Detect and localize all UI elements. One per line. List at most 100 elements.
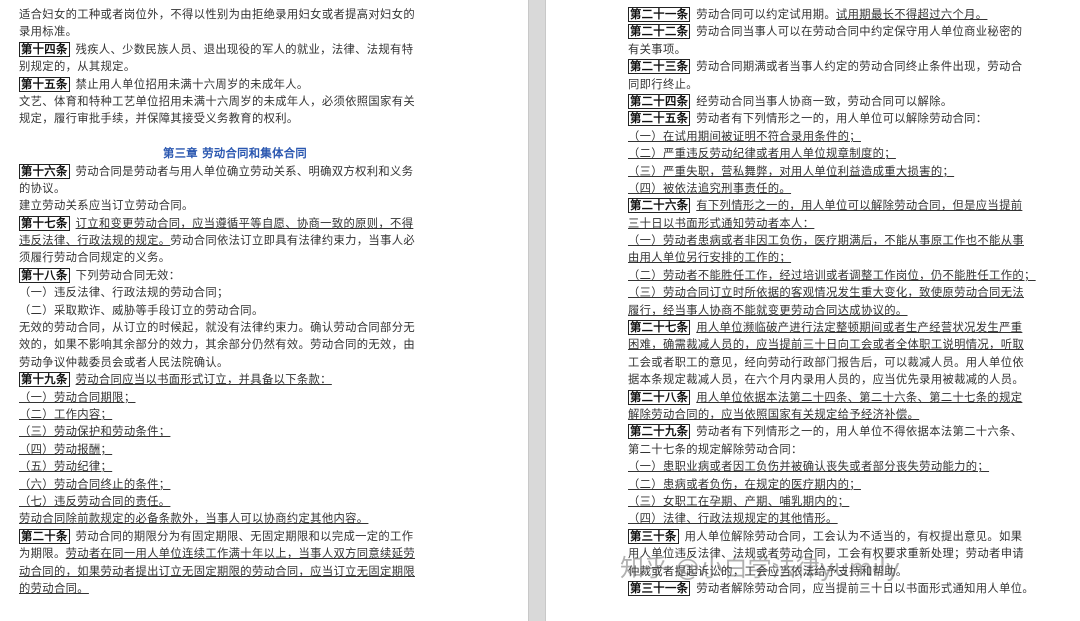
- line-text: 劳动合同可以约定试用期。: [696, 8, 837, 21]
- line-text: （三）女职工在孕期、产期、哺乳期内的；: [628, 494, 850, 508]
- text-line: 文艺、体育和特种工艺单位招用未满十六周岁的未成年人，必须依照国家有关: [19, 93, 451, 110]
- line-text: （三）劳动合同订立时所依据的客观情况发生重大变化，致使原劳动合同无法: [628, 286, 1024, 300]
- line-text: （二）工作内容；: [19, 407, 113, 421]
- line-text: 为期限。: [19, 547, 66, 561]
- article-number: 第二十条: [19, 528, 70, 544]
- text-line: 违反法律、行政法规的规定。劳动合同依法订立即具有法律约束力，当事人必: [19, 232, 451, 249]
- line-text: 劳动合同应当以书面形式订立，并具备以下条款：: [75, 373, 332, 387]
- text-line: 劳动合同除前款规定的必备条款外，当事人可以协商约定其他内容。: [19, 510, 451, 527]
- text-line: （二）患病或者负伤，在规定的医疗期内的；: [628, 476, 1058, 493]
- text-line: 第十七条 订立和变更劳动合同，应当遵循平等自愿、协商一致的原则，不得: [19, 215, 451, 232]
- line-text: 用人单位解除劳动合同，工会认为不适当的，有权提出意见。如果: [684, 529, 1023, 543]
- line-text: 效的，如果不影响其余部分的效力，其余部分仍然有效。劳动合同的无效，由: [19, 338, 415, 352]
- line-text: （三）严重失职，营私舞弊，对用人单位利益造成重大损害的；: [628, 164, 955, 178]
- text-line: （二）采取欺诈、威胁等手段订立的劳动合同。: [19, 302, 451, 319]
- article-number: 第十六条: [19, 163, 70, 179]
- text-line: （二）劳动者不能胜任工作，经过培训或者调整工作岗位，仍不能胜任工作的；: [628, 267, 1058, 284]
- page-gap: [528, 0, 546, 621]
- text-line: 同即行终止。: [628, 76, 1058, 93]
- line-text: （一）在试用期间被证明不符合录用条件的；: [628, 129, 861, 143]
- line-text: 禁止用人单位招用未满十六周岁的未成年人。: [75, 77, 309, 91]
- line-text: 劳动合同除前款规定的必备条款外，当事人可以协商约定其他内容。: [19, 512, 369, 526]
- watermark: 知乎 @小白学法律yumily: [620, 554, 900, 582]
- line-text-continued: 劳动者在同一用人单位连续工作满十年以上，当事人双方同意续延劳: [65, 547, 416, 561]
- text-line: 须履行劳动合同规定的义务。: [19, 249, 451, 266]
- text-line: 第十四条 残疾人、少数民族人员、退出现役的军人的就业，法律、法规有特: [19, 41, 451, 58]
- article-number: 第二十一条: [628, 7, 691, 22]
- line-text: 劳动者有下列情形之一的，用人单位可以解除劳动合同：: [696, 112, 988, 126]
- line-text: 劳动者解除劳动合同，应当提前三十日以书面形式通知用人单位。: [696, 581, 1035, 595]
- right-text-column: 第二十一条 劳动合同可以约定试用期。试用期最长不得超过六个月。 第二十二条 劳动合同当…: [628, 6, 1058, 597]
- left-text-column: 适合妇女的工种或者岗位外，不得以性别为由拒绝录用妇女或者提高对妇女的 录用标准。第…: [19, 6, 451, 597]
- article-number: 第二十六条: [628, 198, 691, 214]
- article-number: 第二十九条: [628, 424, 691, 440]
- line-text: 须履行劳动合同规定的义务。: [19, 251, 171, 265]
- article-number: 第十七条: [19, 215, 70, 231]
- text-line: 第二十四条 经劳动合同当事人协商一致，劳动合同可以解除。: [628, 93, 1058, 110]
- line-text: （四）被依法追究刑事责任的。: [628, 181, 792, 195]
- text-line: 的劳动合同。: [19, 580, 451, 597]
- text-line: 第二十二条 劳动合同当事人可以在劳动合同中约定保守用人单位商业秘密的: [628, 23, 1058, 40]
- text-line: 第二十五条 劳动者有下列情形之一的，用人单位可以解除劳动合同：: [628, 110, 1058, 127]
- line-text: 别规定的，从其规定。: [19, 60, 136, 74]
- line-text: 由用人单位另行安排的工作的；: [628, 251, 792, 265]
- text-line: 第二十一条 劳动合同可以约定试用期。试用期最长不得超过六个月。: [628, 6, 1058, 23]
- chapter-heading: 第三章 劳动合同和集体合同: [162, 146, 308, 161]
- line-text: 劳动合同当事人可以在劳动合同中约定保守用人单位商业秘密的: [696, 25, 1023, 39]
- line-text: 解除劳动合同的，应当依照国家有关规定给予经济补偿。: [628, 407, 920, 421]
- text-line: （一）患职业病或者因工负伤并被确认丧失或者部分丧失劳动能力的；: [628, 458, 1058, 475]
- article-number: 第十八条: [19, 267, 70, 283]
- text-line: 适合妇女的工种或者岗位外，不得以性别为由拒绝录用妇女或者提高对妇女的: [19, 6, 451, 23]
- text-line: 劳动争议仲裁委员会或者人民法院确认。: [19, 354, 451, 371]
- text-line: 履行，经当事人协商不能就变更劳动合同达成协议的。: [628, 302, 1058, 319]
- line-text: 据本条规定裁减人员，在六个月内录用人员的，应当优先录用被裁减的人员。: [628, 373, 1024, 387]
- line-text: 录用标准。: [19, 25, 78, 39]
- text-line: 第二十九条 劳动者有下列情形之一的，用人单位不得依据本法第二十六条、: [628, 423, 1058, 440]
- line-text: （二）患病或者负伤，在规定的医疗期内的；: [628, 477, 861, 491]
- text-line: 第二十三条 劳动合同期满或者当事人约定的劳动合同终止条件出现，劳动合: [628, 58, 1058, 75]
- text-line: 第二十七条的规定解除劳动合同：: [628, 441, 1058, 458]
- line-text: （七）违反劳动合同的责任。: [19, 494, 171, 508]
- line-text: 困难，确需裁减人员的，应当提前三十日向工会或者全体职工说明情况，听取: [628, 338, 1024, 352]
- text-line: （一）劳动者患病或者非因工负伤，医疗期满后，不能从事原工作也不能从事: [628, 232, 1058, 249]
- article-number: 第二十七条: [628, 320, 691, 336]
- line-text: 同即行终止。: [628, 77, 698, 91]
- line-text: 工会或者职工的意见，经向劳动行政部门报告后，可以裁减人员。用人单位依: [628, 355, 1024, 369]
- line-text: （一）劳动者患病或者非因工负伤，医疗期满后，不能从事原工作也不能从事: [628, 234, 1024, 248]
- text-line: （三）劳动合同订立时所依据的客观情况发生重大变化，致使原劳动合同无法: [628, 284, 1058, 301]
- text-line: （六）劳动合同终止的条件；: [19, 476, 451, 493]
- text-line: （四）劳动报酬；: [19, 441, 451, 458]
- text-line: （三）劳动保护和劳动条件；: [19, 423, 451, 440]
- line-text: 劳动合同是劳动者与用人单位确立劳动关系、明确双方权利和义务: [75, 164, 414, 178]
- line-text: 经劳动合同当事人协商一致，劳动合同可以解除。: [696, 94, 953, 108]
- text-line: 规定，履行审批手续，并保障其接受义务教育的权利。: [19, 110, 451, 127]
- text-line: 第三十条 用人单位解除劳动合同，工会认为不适当的，有权提出意见。如果: [628, 528, 1058, 545]
- line-text: 有关事项。: [628, 42, 687, 56]
- line-text: （三）劳动保护和劳动条件；: [19, 425, 171, 439]
- text-line: 第二十条 劳动合同的期限分为有固定期限、无固定期限和以完成一定的工作: [19, 528, 451, 545]
- line-text: 劳动者有下列情形之一的，用人单位不得依据本法第二十六条、: [696, 425, 1023, 439]
- text-line: 第二十七条 用人单位濒临破产进行法定整顿期间或者生产经营状况发生严重: [628, 319, 1058, 336]
- line-text: 劳动合同的期限分为有固定期限、无固定期限和以完成一定的工作: [75, 529, 414, 543]
- text-line: （七）违反劳动合同的责任。: [19, 493, 451, 510]
- article-number: 第三十一条: [628, 580, 691, 596]
- line-text: （二）采取欺诈、威胁等手段订立的劳动合同。: [19, 303, 264, 317]
- line-text: 的劳动合同。: [19, 581, 89, 595]
- line-text: 用人单位濒临破产进行法定整顿期间或者生产经营状况发生严重: [696, 321, 1023, 335]
- text-line: 第十八条 下列劳动合同无效：: [19, 267, 451, 284]
- text-line: （一）违反法律、行政法规的劳动合同；: [19, 284, 451, 301]
- line-text: （二）严重违反劳动纪律或者用人单位规章制度的；: [628, 147, 896, 161]
- text-line: （三）女职工在孕期、产期、哺乳期内的；: [628, 493, 1058, 510]
- article-number: 第二十三条: [628, 59, 691, 75]
- text-line: （一）劳动合同期限；: [19, 389, 451, 406]
- text-line: （五）劳动纪律；: [19, 458, 451, 475]
- line-text: 建立劳动关系应当订立劳动合同。: [19, 199, 194, 213]
- text-line: 困难，确需裁减人员的，应当提前三十日向工会或者全体职工说明情况，听取: [628, 336, 1058, 353]
- text-line: 三十日以书面形式通知劳动者本人：: [628, 215, 1058, 232]
- text-line: 录用标准。: [19, 23, 451, 40]
- line-text: （一）劳动合同期限；: [19, 390, 136, 404]
- text-line: 第十六条 劳动合同是劳动者与用人单位确立劳动关系、明确双方权利和义务: [19, 163, 451, 180]
- line-text: 无效的劳动合同，从订立的时候起，就没有法律约束力。确认劳动合同部分无: [19, 321, 415, 335]
- line-text: （四）法律、行政法规规定的其他情形。: [628, 512, 838, 526]
